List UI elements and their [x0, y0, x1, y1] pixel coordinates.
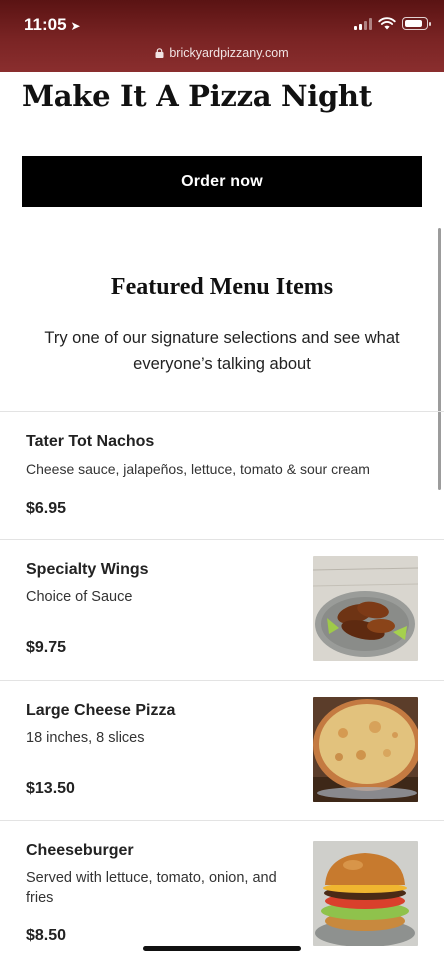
- menu-item-price: $9.75: [26, 639, 67, 656]
- wings-photo: [313, 556, 418, 661]
- home-indicator[interactable]: [143, 946, 301, 951]
- menu-item-price: $6.95: [26, 500, 67, 517]
- menu-item-name: Cheeseburger: [26, 842, 134, 859]
- page-title: Make It A Pizza Night: [22, 79, 372, 113]
- url-text: brickyardpizzany.com: [169, 46, 289, 60]
- lock-icon: [155, 48, 164, 58]
- menu-item-specialty-wings[interactable]: Specialty Wings Choice of Sauce $9.75: [0, 539, 444, 680]
- menu-item-description: Served with lettuce, tomato, onion, and …: [26, 870, 277, 906]
- status-icons: [354, 17, 431, 30]
- menu-item-large-cheese-pizza[interactable]: Large Cheese Pizza 18 inches, 8 slices $…: [0, 680, 444, 820]
- menu-item-description: Choice of Sauce: [26, 589, 133, 605]
- menu-item-description: 18 inches, 8 slices: [26, 730, 145, 746]
- cellular-signal-icon: [354, 17, 372, 30]
- wifi-icon: [378, 17, 396, 30]
- pizza-photo: [313, 697, 418, 802]
- status-time: 11:05 ➤: [24, 15, 81, 35]
- order-now-button[interactable]: Order now: [22, 156, 422, 207]
- menu-item-name: Specialty Wings: [26, 561, 149, 578]
- menu-item-cheeseburger[interactable]: Cheeseburger Served with lettuce, tomato…: [0, 820, 444, 960]
- browser-top-bar: 11:05 ➤ brickyardpizzany.com: [0, 0, 444, 72]
- menu-list: Tater Tot Nachos Cheese sauce, jalapeños…: [0, 411, 444, 960]
- menu-item-tater-tot-nachos[interactable]: Tater Tot Nachos Cheese sauce, jalapeños…: [0, 411, 444, 539]
- menu-item-name: Tater Tot Nachos: [26, 433, 155, 450]
- battery-icon: [402, 17, 431, 30]
- featured-title: Featured Menu Items: [110, 274, 334, 300]
- menu-item-name: Large Cheese Pizza: [26, 702, 176, 719]
- location-arrow-icon: ➤: [70, 19, 81, 33]
- status-time-label: 11:05: [24, 15, 67, 34]
- menu-item-description: Cheese sauce, jalapeños, lettuce, tomato…: [26, 461, 370, 477]
- featured-subtitle: Try one of our signature selections and …: [44, 329, 400, 373]
- menu-item-price: $8.50: [26, 927, 67, 944]
- menu-item-price: $13.50: [26, 780, 75, 797]
- url-bar[interactable]: brickyardpizzany.com: [0, 46, 444, 60]
- burger-photo: [313, 841, 418, 946]
